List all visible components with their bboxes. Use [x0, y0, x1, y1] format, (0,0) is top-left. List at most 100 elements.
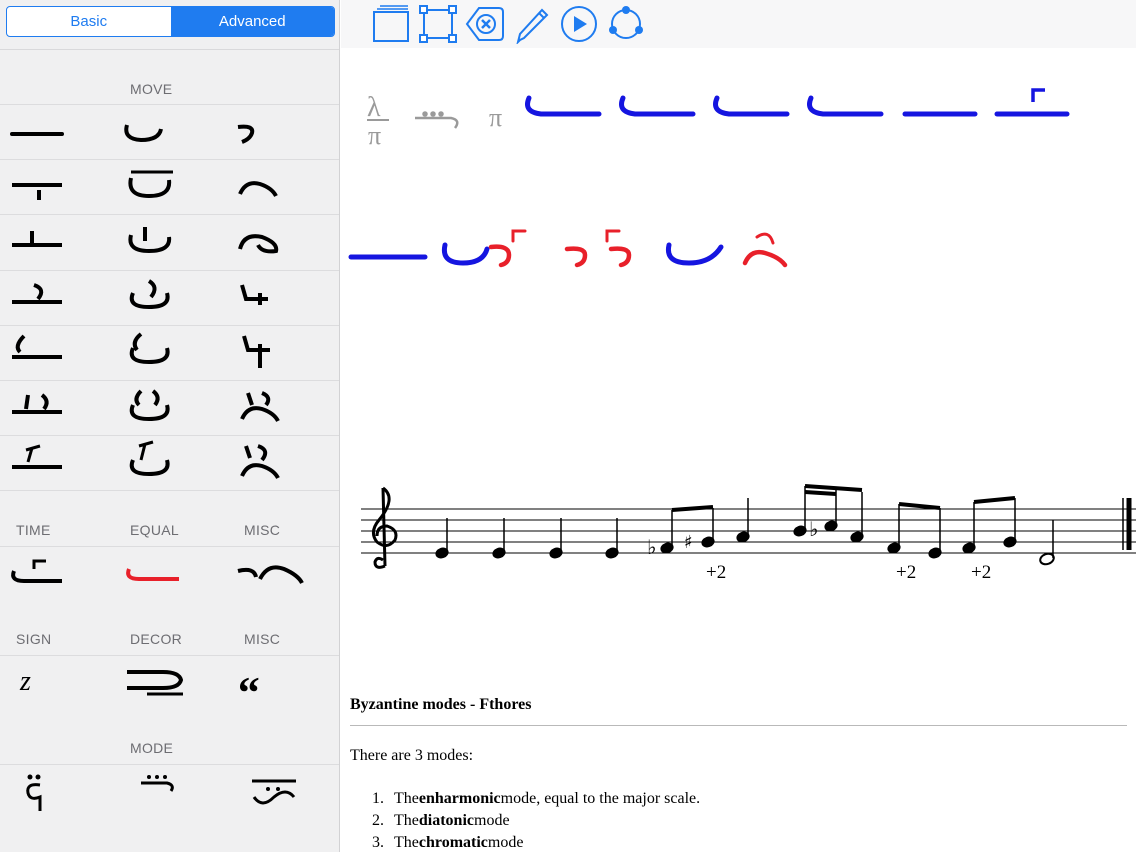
document-title: Byzantine modes - Fthores: [350, 696, 532, 713]
time-equal-misc-row: [0, 546, 339, 601]
oligon-neume[interactable]: [113, 105, 226, 159]
list-text-post: mode: [487, 834, 524, 851]
mode-pi-small-glyph: π: [368, 121, 381, 150]
neume-blue-oligon-1: [441, 242, 490, 266]
list-text-post: mode: [474, 812, 510, 829]
petasti-kentimata-neume[interactable]: [113, 436, 226, 490]
neume-red-apostrofos-3: [608, 246, 632, 268]
accidental-label-3: +2: [971, 562, 992, 583]
basic-tab[interactable]: Basic: [7, 7, 171, 36]
move-row-1: [0, 104, 339, 159]
misc-vareia-neume[interactable]: [226, 547, 339, 601]
elaphron-double-neume[interactable]: [226, 381, 339, 435]
elaphron-complex-neume[interactable]: [226, 436, 339, 490]
list-text-bold: diatonic: [418, 812, 474, 829]
ison-hypsili-neume[interactable]: [0, 215, 113, 269]
sharp-sign: ♯: [684, 532, 693, 553]
equal-neume[interactable]: [113, 547, 226, 601]
sign-neume[interactable]: z: [0, 656, 113, 710]
ison-double-kentima-neume[interactable]: [0, 381, 113, 435]
move-row-7: [0, 435, 339, 490]
neume-line-1[interactable]: λ π π: [341, 88, 1136, 198]
mode-segmented-control: Basic Advanced: [6, 6, 335, 37]
list-text-pre: The: [394, 812, 419, 829]
flat-sign-2: ♭: [809, 517, 818, 541]
list-item: 2. The diatonic mode: [350, 810, 700, 832]
move-section-header: MOVE: [130, 81, 173, 97]
title-divider: [350, 725, 1127, 726]
apostrofos-neume[interactable]: [226, 105, 339, 159]
hamili-neume[interactable]: [226, 271, 339, 325]
mode-pi-glyph: π: [489, 103, 502, 132]
pages-icon[interactable]: [371, 4, 411, 44]
petasti-neume[interactable]: [113, 160, 226, 214]
ison-klasma-neume[interactable]: [0, 326, 113, 380]
mode-lambda-glyph: λ: [367, 92, 381, 123]
sign-glyph: z: [20, 666, 31, 697]
advanced-tab[interactable]: Advanced: [170, 7, 334, 36]
misc2-section-header: MISC: [244, 631, 281, 647]
oligon-kentima-neume[interactable]: [0, 160, 113, 214]
play-circle-icon[interactable]: [559, 4, 599, 44]
neume-red-apostrofos-1: [488, 244, 512, 268]
list-number: 1.: [372, 790, 384, 807]
move-row-3: [0, 214, 339, 269]
neume-blue-2: [619, 95, 696, 117]
mode-neume-2[interactable]: [113, 765, 226, 819]
elaphron-apostrofos-neume[interactable]: [226, 215, 339, 269]
list-text-bold: chromatic: [418, 834, 488, 851]
neume-blue-4: [807, 95, 884, 117]
ison-neume[interactable]: [0, 105, 113, 159]
mode-neume-3[interactable]: [226, 765, 339, 819]
move-row-6: [0, 380, 339, 435]
petasti-double-neume[interactable]: [113, 381, 226, 435]
list-item: 3. The chromatic mode: [350, 832, 700, 852]
equal-section-header: EQUAL: [130, 522, 179, 538]
neume-palette: Basic Advanced MOVE TIME EQUAL MISC SIGN…: [0, 0, 340, 852]
neume-line-2[interactable]: [341, 223, 1136, 303]
list-text-post: mode, equal to the major scale.: [500, 790, 701, 807]
petasti-hypsili-neume[interactable]: [113, 215, 226, 269]
elaphron-neume[interactable]: [226, 160, 339, 214]
list-text-pre: The: [394, 834, 419, 851]
list-number: 3.: [372, 834, 384, 851]
select-frame-icon[interactable]: [418, 4, 458, 44]
sync-circle-icon[interactable]: [606, 4, 646, 44]
accidental-label-2: +2: [896, 562, 917, 583]
ison-kentimata-hypsili-neume[interactable]: [0, 436, 113, 490]
misc2-neume[interactable]: ”: [226, 652, 339, 710]
move-row-5: [0, 325, 339, 380]
list-text-bold: enharmonic: [418, 790, 501, 807]
neume-blue-6-klasma: [1031, 88, 1045, 102]
neume-blue-1: [525, 95, 602, 117]
ison-kentimata-neume[interactable]: [0, 271, 113, 325]
pencil-icon[interactable]: [512, 4, 552, 46]
neume-red-klasma-1: [511, 229, 527, 243]
move-row-4: [0, 270, 339, 325]
time-section-header: TIME: [16, 522, 51, 538]
decor-neume[interactable]: [113, 656, 226, 710]
petasti-klasma-neume[interactable]: [113, 326, 226, 380]
score-document: λ π π ♭ ♯ ♭ +2 +2 +2 Byzantine modes - F…: [341, 48, 1136, 852]
accidental-label-1: +2: [706, 562, 727, 583]
neume-blue-3: [713, 95, 790, 117]
klasma-time-neume[interactable]: [0, 547, 113, 601]
move-row-2: [0, 159, 339, 214]
sign-decor-misc-row: z ”: [0, 652, 339, 710]
mode-neume-1[interactable]: [0, 765, 113, 819]
document-intro: There are 3 modes:: [350, 747, 474, 764]
petasti-kentima-neume[interactable]: [113, 271, 226, 325]
modes-list: 1. The enharmonic mode, equal to the maj…: [350, 788, 700, 852]
flat-sign-1: ♭: [647, 535, 656, 559]
hamili-ison-neume[interactable]: [226, 326, 339, 380]
neume-red-klasma-2: [605, 229, 621, 243]
mode-martyria-glyph: [415, 111, 459, 129]
list-item: 1. The enharmonic mode, equal to the maj…: [350, 788, 700, 810]
neume-red-apostrofos-2: [564, 246, 588, 268]
staff-notation: ♭ ♯ ♭: [361, 484, 1136, 569]
delete-circle-icon[interactable]: [465, 4, 505, 44]
sign-section-header: SIGN: [16, 631, 52, 647]
mode-row: [0, 764, 339, 819]
misc2-glyph: ”: [238, 652, 260, 701]
list-text-pre: The: [394, 790, 419, 807]
